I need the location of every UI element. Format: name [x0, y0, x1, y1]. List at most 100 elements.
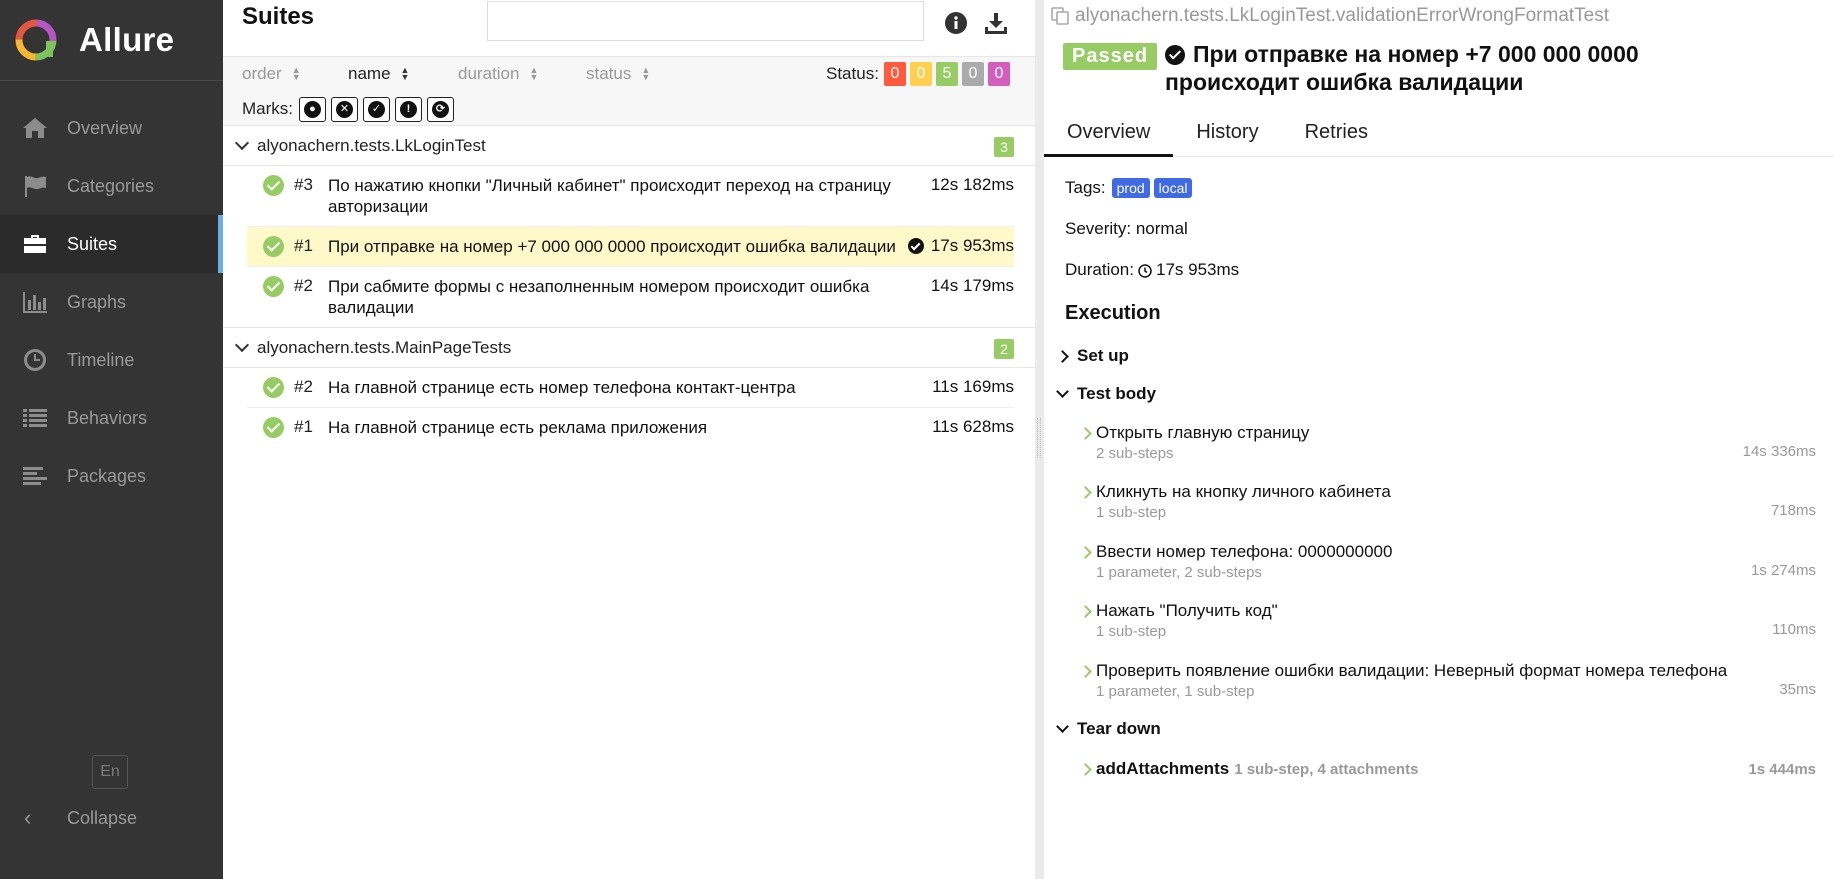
new-passed-mark-button[interactable]: ✓: [363, 97, 390, 122]
status-passed-badge[interactable]: 5: [936, 62, 958, 86]
new-failed-mark-button[interactable]: ✕: [331, 97, 358, 122]
setup-section[interactable]: Set up: [1056, 346, 1129, 366]
tab-overview[interactable]: Overview: [1044, 109, 1174, 157]
status-badge: Passed: [1063, 43, 1158, 70]
test-row[interactable]: #2 На главной странице есть номер телефо…: [247, 368, 1014, 408]
suite-group: alyonachern.tests.MainPageTests 2 #2 На …: [223, 328, 1035, 448]
step-item[interactable]: Кликнуть на кнопку личного кабинета 1 su…: [1079, 482, 1816, 521]
sidebar-item-label: Categories: [67, 175, 155, 196]
teardown-step-item[interactable]: addAttachments 1 sub-step, 4 attachments…: [1079, 759, 1816, 779]
suites-pane: Suites order ▲ ▼ name ▲ ▼ duration ▲ ▼ s…: [223, 0, 1035, 879]
step-duration: 110ms: [1772, 621, 1816, 638]
chevron-down-icon: [234, 135, 250, 151]
sidebar-item-label: Suites: [67, 233, 118, 254]
language-button[interactable]: En: [92, 755, 128, 789]
test-detail-title: При отправке на номер +7 000 000 0000 пр…: [1165, 41, 1639, 95]
sidebar-item-suites[interactable]: Suites: [0, 215, 223, 273]
sort-arrows-icon: ▲ ▼: [529, 65, 539, 82]
exclamation-circle-icon: !: [400, 101, 417, 118]
sort-status[interactable]: status ▲ ▼: [586, 64, 650, 84]
status-failed-badge[interactable]: 0: [884, 62, 906, 86]
test-title: На главной странице есть реклама приложе…: [328, 418, 708, 437]
duration-value: 17s 953ms: [1155, 260, 1240, 279]
suites-header: Suites: [223, 0, 1035, 57]
check-circle-icon: ✓: [368, 101, 385, 118]
chevron-down-icon: [1056, 385, 1069, 398]
step-item[interactable]: Ввести номер телефона: 0000000000 1 para…: [1079, 542, 1816, 581]
status-filter: 0 0 5 0 0: [884, 62, 1010, 86]
flaky-mark-button[interactable]: ●: [299, 97, 326, 122]
suite-header[interactable]: alyonachern.tests.LkLoginTest 3: [223, 126, 1035, 166]
test-row-selected[interactable]: #1 При отправке на номер +7 000 000 0000…: [247, 227, 1014, 267]
sort-label: status: [586, 64, 632, 83]
sort-arrows-icon: ▲ ▼: [400, 65, 410, 82]
test-duration-value: 12s 182ms: [930, 175, 1014, 194]
retries-mark-button[interactable]: ⟳: [427, 97, 454, 122]
sort-order[interactable]: order ▲ ▼: [242, 64, 301, 84]
step-substeps: 1 sub-step: [1096, 623, 1167, 640]
step-substeps: 2 sub-steps: [1096, 445, 1174, 462]
step-item[interactable]: Проверить появление ошибки валидации: Не…: [1079, 661, 1816, 700]
copy-icon[interactable]: [1051, 7, 1069, 25]
step-substeps: 1 sub-step, 4 attachments: [1234, 760, 1419, 778]
tag-badge[interactable]: prod: [1111, 178, 1150, 198]
chevron-right-icon: [1079, 485, 1092, 499]
pane-splitter[interactable]: [1035, 0, 1044, 879]
test-row[interactable]: #2 При сабмите формы с незаполненным ном…: [247, 267, 1014, 327]
step-name: Нажать "Получить код": [1096, 601, 1278, 620]
sidebar-item-behaviors[interactable]: Behaviors: [0, 389, 223, 447]
chevron-right-icon: [1079, 762, 1092, 776]
step-substeps: 1 parameter, 1 sub-step: [1096, 683, 1255, 700]
test-row[interactable]: #3 По нажатию кнопки "Личный кабинет" пр…: [247, 166, 1014, 227]
briefcase-icon: [21, 232, 49, 256]
test-body-section[interactable]: Test body: [1056, 384, 1156, 404]
splitter-grip-icon: [1037, 418, 1041, 458]
test-number: #2: [294, 377, 313, 396]
suite-header[interactable]: alyonachern.tests.MainPageTests 2: [223, 328, 1035, 368]
section-label: Set up: [1077, 346, 1129, 365]
status-broken-badge[interactable]: 0: [910, 62, 932, 86]
search-input[interactable]: [487, 1, 924, 41]
detail-tabs: Overview History Retries: [1044, 109, 1834, 157]
sort-name[interactable]: name ▲ ▼: [348, 64, 409, 84]
tag-badge[interactable]: local: [1153, 178, 1193, 198]
sort-duration[interactable]: duration ▲ ▼: [458, 64, 538, 84]
home-icon: [21, 116, 49, 140]
brand[interactable]: Allure: [0, 0, 223, 81]
sidebar-item-timeline[interactable]: Timeline: [0, 331, 223, 389]
passed-check-icon: [263, 276, 284, 297]
step-item[interactable]: Нажать "Получить код" 1 sub-step 110ms: [1079, 601, 1816, 640]
test-full-name[interactable]: alyonachern.tests.LkLoginTest.validation…: [1051, 5, 1609, 27]
test-title: По нажатию кнопки "Личный кабинет" проис…: [328, 176, 891, 216]
tab-retries[interactable]: Retries: [1282, 109, 1391, 157]
new-broken-mark-button[interactable]: !: [395, 97, 422, 122]
tab-history[interactable]: History: [1173, 109, 1281, 157]
teardown-section[interactable]: Tear down: [1056, 719, 1161, 739]
refresh-icon: ⟳: [432, 101, 449, 118]
download-icon[interactable]: [983, 10, 1009, 36]
step-item[interactable]: Открыть главную страницу 2 sub-steps 14s…: [1079, 423, 1816, 462]
collapse-label: Collapse: [67, 807, 138, 828]
test-row[interactable]: #1 На главной странице есть реклама прил…: [247, 408, 1014, 448]
info-icon[interactable]: [943, 10, 969, 36]
test-duration: 12s 182ms: [931, 175, 1014, 195]
section-label: Tear down: [1077, 719, 1161, 738]
status-skipped-badge[interactable]: 0: [962, 62, 984, 86]
sidebar-item-categories[interactable]: Categories: [0, 157, 223, 215]
flag-icon: [21, 174, 49, 198]
test-duration: 14s 179ms: [931, 276, 1014, 296]
chevron-down-icon: [234, 337, 250, 353]
times-circle-icon: ✕: [336, 101, 353, 118]
test-title: При сабмите формы с незаполненным номеро…: [328, 277, 870, 317]
sort-arrows-icon: ▲ ▼: [641, 65, 651, 82]
sidebar-item-graphs[interactable]: Graphs: [0, 273, 223, 331]
align-left-icon: [21, 464, 49, 488]
clock-icon: [21, 348, 49, 372]
collapse-button[interactable]: ‹ Collapse: [0, 800, 137, 836]
status-unknown-badge[interactable]: 0: [988, 62, 1010, 86]
step-duration: 14s 336ms: [1742, 443, 1816, 460]
sidebar-item-packages[interactable]: Packages: [0, 447, 223, 505]
sort-label: name: [348, 64, 391, 83]
sidebar-item-overview[interactable]: Overview: [0, 99, 223, 157]
test-path-text: alyonachern.tests.LkLoginTest.validation…: [1075, 5, 1610, 26]
